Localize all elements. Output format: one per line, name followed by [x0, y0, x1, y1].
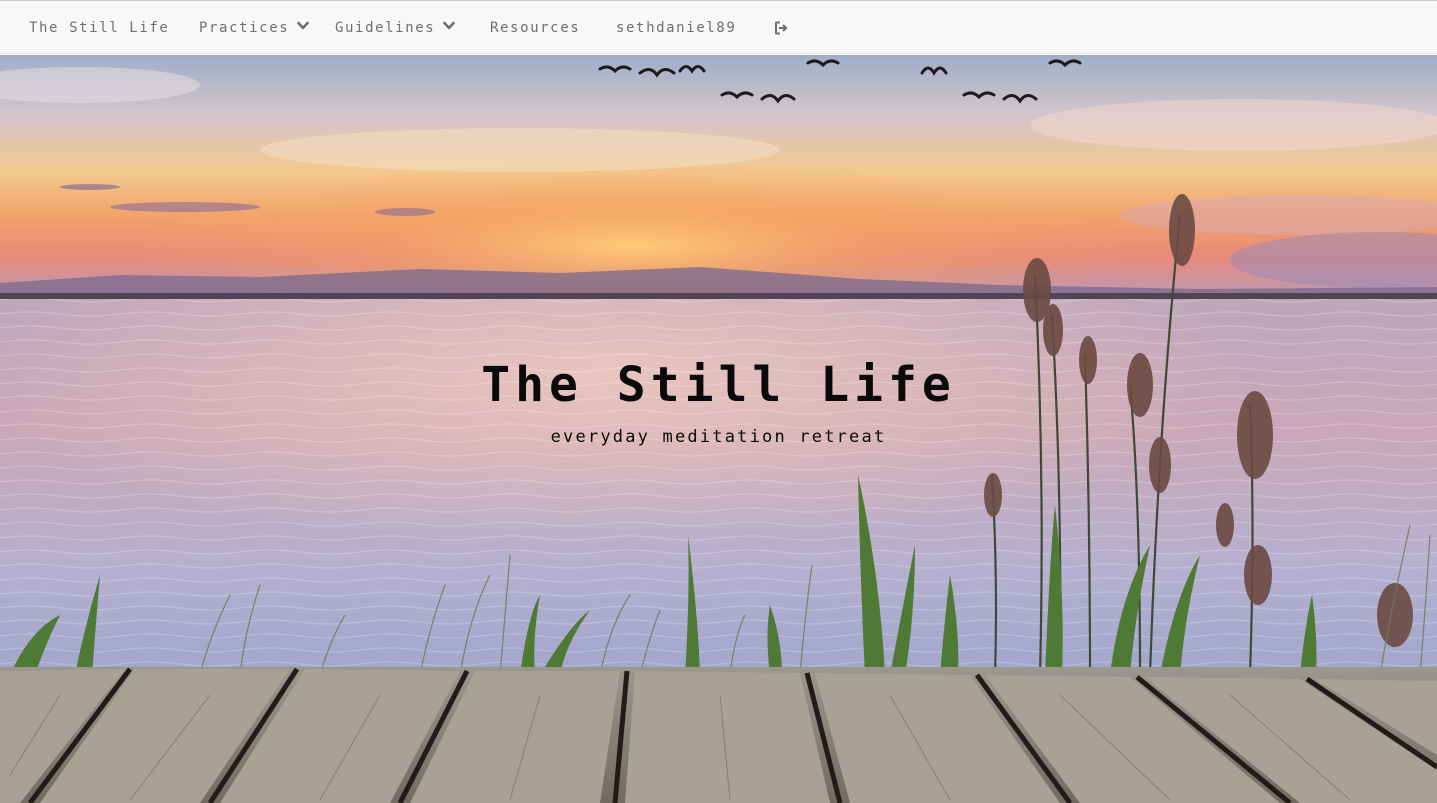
- hero-tagline: everyday meditation retreat: [550, 427, 887, 447]
- nav-username-link[interactable]: sethdaniel89: [616, 1, 736, 55]
- nav-practices-dropdown[interactable]: Practices: [199, 1, 310, 55]
- nav-resources-link[interactable]: Resources: [490, 1, 580, 55]
- chevron-down-icon: [443, 21, 456, 30]
- hero-title: The Still Life: [481, 357, 956, 413]
- brand-link[interactable]: The Still Life: [29, 1, 169, 55]
- nav-practices-label: Practices: [199, 20, 290, 36]
- wooden-dock: [0, 667, 1437, 803]
- chevron-down-icon: [297, 21, 310, 30]
- sign-out-icon: [775, 21, 788, 35]
- nav-guidelines-dropdown[interactable]: Guidelines: [335, 1, 456, 55]
- nav-guidelines-label: Guidelines: [335, 20, 436, 36]
- logout-button[interactable]: [773, 1, 789, 55]
- hero-banner: The Still Life everyday meditation retre…: [0, 55, 1437, 803]
- top-navbar: The Still Life Practices Guidelines Reso…: [0, 0, 1437, 54]
